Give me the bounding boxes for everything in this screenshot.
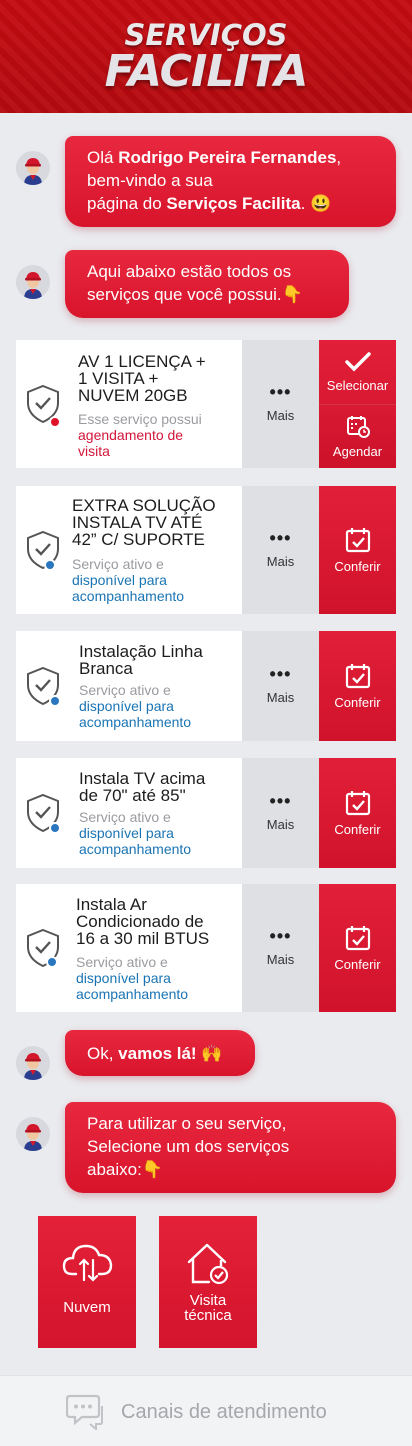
assistant-avatar: [16, 151, 50, 185]
tech-visit-option-button[interactable]: Visita técnica: [159, 1216, 257, 1348]
cloud-icon: [62, 1244, 113, 1282]
service-info[interactable]: Instala TV acima de 70" até 85" Serviço a…: [16, 758, 242, 868]
status-dot-active: [46, 956, 58, 968]
house-check-icon: [187, 1243, 229, 1285]
service-title: Instala TV acima de 70" até 85": [79, 769, 206, 805]
service-card: Instala TV acima de 70" até 85" Serviço a…: [16, 758, 396, 868]
assistant-avatar: [16, 1046, 50, 1080]
checkmark-icon: [344, 351, 371, 371]
status-dot-active: [49, 822, 61, 834]
assistant-avatar: [16, 265, 50, 299]
service-description: Serviço ativo e disponível para acompanh…: [79, 682, 192, 730]
calendar-clock-icon: [346, 416, 370, 438]
more-button[interactable]: ••• Mais: [242, 340, 319, 468]
more-button[interactable]: ••• Mais: [242, 884, 319, 1012]
check-button[interactable]: Conferir: [319, 631, 396, 741]
service-title: Instala Ar Condicionado de 16 a 30 mil BTU…: [76, 895, 210, 948]
service-description: Esse serviço possui agendamento de visit…: [78, 411, 202, 459]
service-actions: Selecionar Agendar: [319, 340, 396, 468]
service-title: EXTRA SOLUÇÃO INSTALA TV ATÉ 42” C/ SUPORT…: [72, 496, 216, 549]
more-dots-icon: •••: [269, 381, 292, 402]
calendar-check-icon: [345, 663, 370, 688]
greeting-message: Olá Rodrigo Pereira Fernandes, bem-vindo…: [65, 136, 396, 227]
service-description: Serviço ativo e disponível para acompanh…: [76, 954, 189, 1002]
status-dot-scheduling: [49, 416, 61, 428]
more-button[interactable]: ••• Mais: [242, 758, 319, 868]
app-header: SERVIÇOS FACILITA: [0, 0, 412, 113]
services-intro-message: Aqui abaixo estão todos os serviços que …: [65, 250, 349, 318]
brand-logo-bottom: FACILITA: [104, 46, 309, 97]
service-card: EXTRA SOLUÇÃO INSTALA TV ATÉ 42” C/ SUPORT…: [16, 486, 396, 614]
calendar-check-icon: [345, 527, 370, 552]
service-card: Instalação Linha Branca Serviço ativo e d…: [16, 631, 396, 741]
user-name: Rodrigo Pereira Fernandes: [118, 148, 337, 167]
service-info[interactable]: AV 1 LICENÇA +1 VISITA + NUVEM 20GB Esse …: [16, 340, 242, 468]
status-dot-active: [49, 695, 61, 707]
check-button[interactable]: Conferir: [319, 758, 396, 868]
schedule-button[interactable]: Agendar: [319, 404, 396, 468]
more-dots-icon: •••: [269, 663, 292, 684]
check-button[interactable]: Conferir: [319, 884, 396, 1012]
assistant-avatar-icon: [16, 1046, 50, 1080]
support-channels-button[interactable]: Canais de atendimento: [0, 1375, 412, 1446]
select-service-message: Para utilizar o seu serviço, Selecione u…: [65, 1102, 396, 1193]
assistant-avatar-icon: [16, 1117, 50, 1151]
assistant-avatar-icon: [16, 151, 50, 185]
service-card: Instala Ar Condicionado de 16 a 30 mil BTU…: [16, 884, 396, 1012]
more-button[interactable]: ••• Mais: [242, 486, 319, 614]
service-title: AV 1 LICENÇA +1 VISITA + NUVEM 20GB: [78, 352, 206, 405]
assistant-avatar: [16, 1117, 50, 1151]
service-description: Serviço ativo e disponível para acompanh…: [72, 556, 185, 604]
cloud-option-button[interactable]: Nuvem: [38, 1216, 136, 1348]
more-dots-icon: •••: [269, 527, 292, 548]
more-dots-icon: •••: [269, 925, 292, 946]
service-info[interactable]: EXTRA SOLUÇÃO INSTALA TV ATÉ 42” C/ SUPORT…: [16, 486, 242, 614]
calendar-check-icon: [345, 790, 370, 815]
status-dot-active: [44, 559, 56, 571]
service-title: Instalação Linha Branca: [79, 642, 203, 678]
service-card: AV 1 LICENÇA +1 VISITA + NUVEM 20GB Esse …: [16, 340, 396, 468]
service-info[interactable]: Instala Ar Condicionado de 16 a 30 mil BTU…: [16, 884, 242, 1012]
more-dots-icon: •••: [269, 790, 292, 811]
service-info[interactable]: Instalação Linha Branca Serviço ativo e d…: [16, 631, 242, 741]
calendar-check-icon: [345, 925, 370, 950]
select-button[interactable]: Selecionar: [319, 340, 396, 404]
ok-message: Ok, vamos lá! 🙌: [65, 1030, 255, 1076]
more-button[interactable]: ••• Mais: [242, 631, 319, 741]
assistant-avatar-icon: [16, 265, 50, 299]
check-button[interactable]: Conferir: [319, 486, 396, 614]
service-description: Serviço ativo e disponível para acompanh…: [79, 809, 192, 857]
chat-bubbles-icon: [66, 1394, 103, 1430]
